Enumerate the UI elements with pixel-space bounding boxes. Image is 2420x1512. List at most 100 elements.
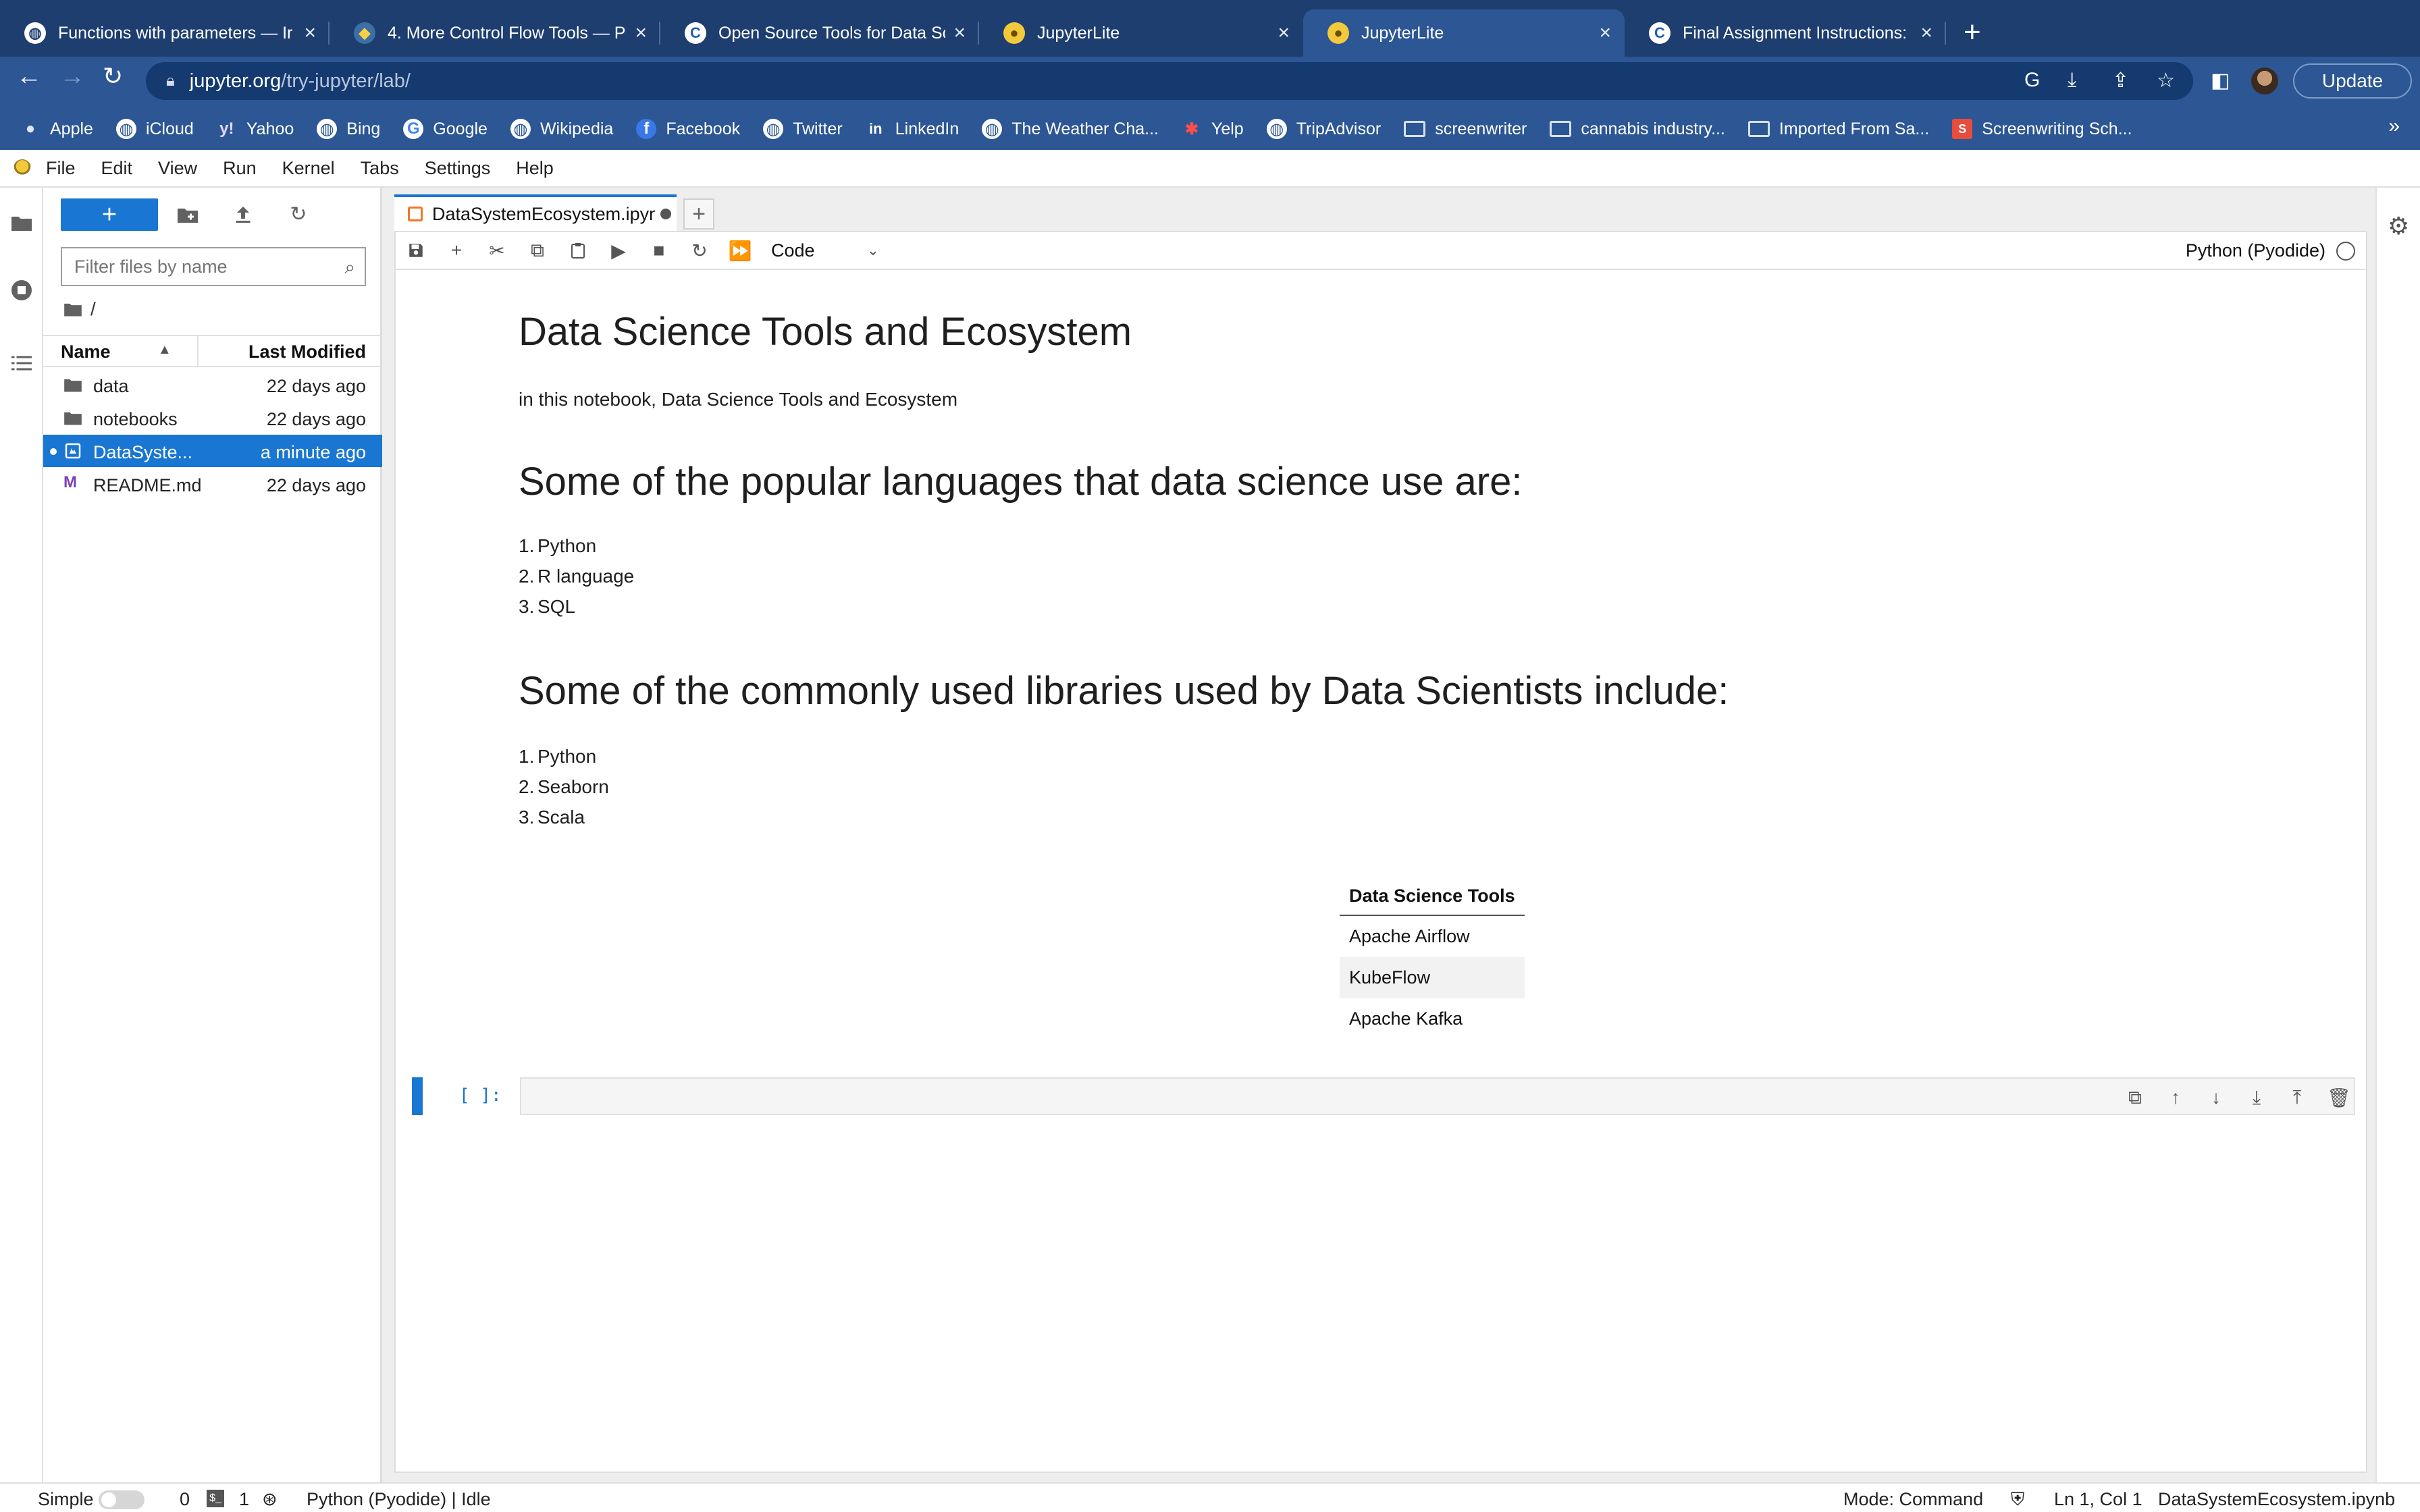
browser-tab-active[interactable]: ● JupyterLite × bbox=[1303, 9, 1625, 57]
browser-tab[interactable]: ◆ 4. More Control Flow Tools — P × bbox=[330, 9, 660, 57]
close-icon[interactable]: × bbox=[1599, 22, 1611, 45]
bookmark-bing[interactable]: ◍ Bing bbox=[317, 119, 380, 139]
add-tab-button[interactable]: + bbox=[683, 198, 714, 230]
browser-tab[interactable]: ● JupyterLite × bbox=[979, 9, 1303, 57]
bookmark-apple[interactable]: ● Apple bbox=[20, 119, 93, 139]
code-editor[interactable]: ⧉ ↑ ↓ ⤓ ⤒ 🗑︎ bbox=[520, 1077, 2355, 1115]
close-icon[interactable]: × bbox=[635, 22, 647, 45]
kernel-count[interactable]: 1 bbox=[239, 1489, 249, 1510]
notebook-document-tab[interactable]: DataSystemEcosystem.ipynb bbox=[394, 194, 677, 231]
folder-icon[interactable] bbox=[9, 211, 34, 235]
browser-tab[interactable]: C Open Source Tools for Data Sc × bbox=[660, 9, 979, 57]
trusted-shield-icon[interactable]: ⛨ bbox=[2011, 1489, 2024, 1511]
bookmark-icloud[interactable]: ◍ iCloud bbox=[115, 119, 194, 139]
delete-cell-icon[interactable]: 🗑︎ bbox=[2327, 1087, 2351, 1108]
file-row-notebooks[interactable]: notebooks 22 days ago bbox=[43, 402, 382, 434]
close-icon[interactable]: × bbox=[1920, 22, 1932, 45]
bookmark-yahoo[interactable]: y! Yahoo bbox=[217, 119, 294, 139]
column-name[interactable]: Name bbox=[61, 342, 111, 362]
running-kernels-icon[interactable] bbox=[9, 278, 34, 302]
install-app-icon[interactable]: ⤓ bbox=[2068, 69, 2076, 92]
close-icon[interactable]: × bbox=[1278, 22, 1290, 45]
cursor-position[interactable]: Ln 1, Col 1 bbox=[2054, 1489, 2142, 1510]
bookmark-weather[interactable]: ◍ The Weather Cha... bbox=[982, 119, 1159, 139]
bookmark-facebook[interactable]: f Facebook bbox=[636, 119, 740, 139]
profile-avatar[interactable] bbox=[2251, 68, 2278, 94]
menu-kernel[interactable]: Kernel bbox=[282, 158, 335, 179]
filter-files-field[interactable]: ⌕ bbox=[61, 247, 366, 286]
terminal-icon[interactable]: $_ bbox=[207, 1490, 224, 1507]
column-last-modified[interactable]: Last Modified bbox=[248, 342, 366, 362]
forward-icon[interactable]: → bbox=[59, 62, 85, 91]
google-lens-icon[interactable]: G bbox=[2024, 69, 2040, 92]
notebook-toolbar: + ✂ ⧉ ▶ ■ ↻ ⏩ Code ⌄ Python (Pyodide) bbox=[396, 232, 2366, 270]
breadcrumb[interactable]: / bbox=[63, 298, 96, 320]
table-header: Data Science Tools bbox=[1340, 876, 1525, 916]
address-bar[interactable]: 🔒︎ jupyter.org/try-jupyter/lab/ bbox=[146, 62, 2193, 100]
side-panel-icon[interactable]: ◧ bbox=[2211, 69, 2230, 92]
move-down-icon[interactable]: ↓ bbox=[2205, 1087, 2227, 1108]
insert-above-icon[interactable]: ⤒ bbox=[2286, 1087, 2308, 1108]
markdown-icon: M bbox=[63, 473, 77, 491]
bookmark-wikipedia[interactable]: ◍ Wikipedia bbox=[510, 119, 613, 139]
save-icon[interactable] bbox=[396, 232, 436, 269]
reload-icon[interactable]: ↻ bbox=[103, 62, 123, 90]
bookmarks-overflow[interactable]: » bbox=[2388, 115, 2400, 138]
close-icon[interactable]: × bbox=[304, 22, 316, 45]
url-text[interactable]: jupyter.org/try-jupyter/lab/ bbox=[190, 70, 411, 92]
bookmark-folder-cannabis[interactable]: cannabis industry... bbox=[1550, 119, 1725, 139]
move-up-icon[interactable]: ↑ bbox=[2165, 1087, 2186, 1108]
bookmark-linkedin[interactable]: in LinkedIn bbox=[866, 119, 959, 139]
new-launcher-button[interactable]: + bbox=[61, 198, 158, 231]
new-tab-button[interactable]: + bbox=[1964, 16, 1981, 49]
terminal-count[interactable]: 0 bbox=[180, 1489, 190, 1510]
unsaved-indicator-icon[interactable] bbox=[660, 209, 671, 219]
close-icon[interactable]: × bbox=[953, 22, 966, 45]
menu-run[interactable]: Run bbox=[223, 158, 257, 179]
bookmark-folder-screenwriter[interactable]: screenwriter bbox=[1404, 119, 1527, 139]
kernel-status-text[interactable]: Python (Pyodide) | Idle bbox=[307, 1489, 491, 1510]
menu-help[interactable]: Help bbox=[516, 158, 554, 179]
duplicate-cell-icon[interactable]: ⧉ bbox=[2124, 1087, 2146, 1108]
run-all-icon[interactable]: ⏩ bbox=[720, 232, 760, 269]
code-cell[interactable]: [ ]: ⧉ ↑ ↓ ⤓ ⤒ 🗑︎ bbox=[412, 1077, 2357, 1118]
browser-tab[interactable]: C Final Assignment Instructions: × bbox=[1625, 9, 1946, 57]
copy-icon[interactable]: ⧉ bbox=[517, 232, 558, 269]
table-of-contents-icon[interactable] bbox=[9, 351, 34, 375]
menu-file[interactable]: File bbox=[46, 158, 76, 179]
bookmark-screenwriting[interactable]: S Screenwriting Sch... bbox=[1952, 119, 2132, 139]
cut-icon[interactable]: ✂ bbox=[477, 232, 517, 269]
property-inspector-gear-icon[interactable]: ⚙ bbox=[2388, 212, 2409, 240]
menu-view[interactable]: View bbox=[158, 158, 197, 179]
filter-files-input[interactable] bbox=[74, 256, 331, 277]
bookmark-google[interactable]: G Google bbox=[403, 119, 488, 139]
bookmark-tripadvisor[interactable]: ◍ TripAdvisor bbox=[1266, 119, 1381, 139]
bookmark-twitter[interactable]: ◍ Twitter bbox=[763, 119, 843, 139]
file-row-data[interactable]: data 22 days ago bbox=[43, 369, 382, 401]
file-row-notebook-selected[interactable]: DataSyste... a minute ago bbox=[43, 435, 382, 467]
run-icon[interactable]: ▶ bbox=[598, 232, 639, 269]
browser-tab[interactable]: ◍ Functions with parameters — Ir × bbox=[0, 9, 330, 57]
share-icon[interactable]: ⇪ bbox=[2112, 69, 2129, 92]
file-row-readme[interactable]: M README.md 22 days ago bbox=[43, 468, 382, 500]
paste-icon[interactable] bbox=[558, 232, 598, 269]
restart-icon[interactable]: ↻ bbox=[679, 232, 720, 269]
menu-settings[interactable]: Settings bbox=[425, 158, 491, 179]
refresh-icon[interactable]: ↻ bbox=[286, 202, 311, 227]
menu-edit[interactable]: Edit bbox=[101, 158, 133, 179]
update-button[interactable]: Update bbox=[2293, 63, 2412, 99]
cell-type-dropdown[interactable]: Code ⌄ bbox=[771, 240, 879, 261]
simple-mode-toggle[interactable] bbox=[99, 1490, 144, 1509]
insert-below-icon[interactable]: ⤓ bbox=[2246, 1087, 2267, 1108]
kernel-name[interactable]: Python (Pyodide) bbox=[2186, 240, 2325, 261]
menu-tabs[interactable]: Tabs bbox=[361, 158, 399, 179]
back-icon[interactable]: ← bbox=[16, 62, 42, 91]
stop-icon[interactable]: ■ bbox=[639, 232, 679, 269]
bookmark-folder-imported[interactable]: Imported From Sa... bbox=[1747, 119, 1929, 139]
new-folder-icon[interactable] bbox=[176, 202, 200, 227]
bookmark-star-icon[interactable]: ☆ bbox=[2157, 69, 2175, 92]
bookmark-yelp[interactable]: ✱ Yelp bbox=[1182, 119, 1244, 139]
upload-icon[interactable] bbox=[231, 202, 255, 227]
insert-cell-icon[interactable]: + bbox=[436, 232, 477, 269]
kernel-chip-icon[interactable]: ⊛ bbox=[262, 1489, 278, 1510]
